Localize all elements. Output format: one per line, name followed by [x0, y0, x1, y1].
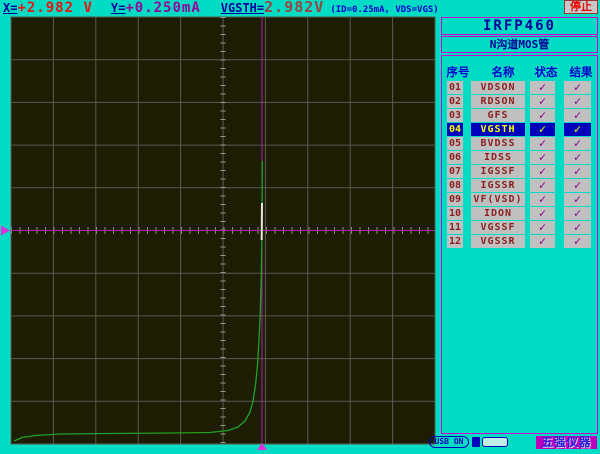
stop-button[interactable]: 停止 — [564, 0, 598, 14]
row-number: 01 — [447, 81, 463, 94]
vgsth-readout-value: 2.982V — [264, 0, 324, 15]
row-number: 05 — [447, 137, 463, 150]
row-number: 07 — [447, 165, 463, 178]
status-check-icon: ✓ — [530, 95, 555, 108]
result-check-icon: ✓ — [564, 137, 591, 150]
row-number: 12 — [447, 235, 463, 248]
table-row[interactable]: 12 VGSSR ✓ ✓ — [442, 235, 597, 248]
parameter-table: 序号 名称 状态 结果 01VDSON✓✓02RDSON✓✓03GFS✓✓04V… — [441, 55, 598, 434]
device-name: IRFP460 — [441, 17, 598, 35]
usb-buffer-icon — [472, 437, 480, 447]
table-row[interactable]: 11 VGSSF ✓ ✓ — [442, 221, 597, 234]
table-row[interactable]: 06 IDSS ✓ ✓ — [442, 151, 597, 164]
status-check-icon: ✓ — [530, 221, 555, 234]
header-name: 名称 — [476, 65, 530, 80]
status-check-icon: ✓ — [530, 123, 555, 136]
result-check-icon: ✓ — [564, 193, 591, 206]
status-check-icon: ✓ — [530, 179, 555, 192]
param-name: IDSS — [471, 151, 525, 164]
table-row[interactable]: 03 GFS ✓ ✓ — [442, 109, 597, 122]
status-check-icon: ✓ — [530, 165, 555, 178]
result-check-icon: ✓ — [564, 151, 591, 164]
header-status: 状态 — [533, 65, 559, 80]
y-readout-label: Y= — [111, 1, 125, 15]
param-name: VF(VSD) — [471, 193, 525, 206]
param-name: VGSSF — [471, 221, 525, 234]
param-table-body: 01VDSON✓✓02RDSON✓✓03GFS✓✓04VGSTH✓✓05BVDS… — [442, 81, 597, 248]
param-name: VGSTH — [471, 123, 525, 136]
result-check-icon: ✓ — [564, 95, 591, 108]
device-type: N沟道MOS管 — [441, 36, 598, 53]
row-number: 11 — [447, 221, 463, 234]
brand-logo: 五强仪器 — [536, 436, 597, 449]
result-check-icon: ✓ — [564, 207, 591, 220]
readout-bar: X= +2.982 V Y= +0.250mA VGSTH= 2.982V (I… — [0, 0, 600, 16]
row-number: 09 — [447, 193, 463, 206]
header-index: 序号 — [446, 65, 470, 80]
vgsth-readout-label: VGSTH= — [221, 1, 264, 15]
param-name: BVDSS — [471, 137, 525, 150]
row-number: 06 — [447, 151, 463, 164]
param-name: VGSSR — [471, 235, 525, 248]
header-result: 结果 — [567, 65, 595, 80]
result-check-icon: ✓ — [564, 179, 591, 192]
status-check-icon: ✓ — [530, 207, 555, 220]
status-bar: USB ON 五强仪器 — [0, 436, 600, 450]
status-check-icon: ✓ — [530, 235, 555, 248]
result-check-icon: ✓ — [564, 81, 591, 94]
result-check-icon: ✓ — [564, 221, 591, 234]
parameter-panel: IRFP460 N沟道MOS管 序号 名称 状态 结果 01VDSON✓✓02R… — [441, 16, 598, 436]
table-row[interactable]: 05 BVDSS ✓ ✓ — [442, 137, 597, 150]
table-row[interactable]: 04 VGSTH ✓ ✓ — [442, 123, 597, 136]
param-name: GFS — [471, 109, 525, 122]
y-readout-value: +0.250mA — [125, 1, 200, 16]
status-check-icon: ✓ — [530, 109, 555, 122]
row-number: 03 — [447, 109, 463, 122]
table-row[interactable]: 07 IGSSF ✓ ✓ — [442, 165, 597, 178]
table-row[interactable]: 09 VF(VSD) ✓ ✓ — [442, 193, 597, 206]
x-readout-label: X= — [3, 1, 17, 15]
transfer-curve-plot — [0, 16, 443, 450]
row-number: 10 — [447, 207, 463, 220]
param-name: IDON — [471, 207, 525, 220]
row-number: 02 — [447, 95, 463, 108]
status-check-icon: ✓ — [530, 81, 555, 94]
table-row[interactable]: 01 VDSON ✓ ✓ — [442, 81, 597, 94]
result-check-icon: ✓ — [564, 165, 591, 178]
table-row[interactable]: 10 IDON ✓ ✓ — [442, 207, 597, 220]
table-header-row: 序号 名称 状态 结果 — [442, 65, 597, 80]
status-check-icon: ✓ — [530, 137, 555, 150]
result-check-icon: ✓ — [564, 109, 591, 122]
row-number: 08 — [447, 179, 463, 192]
param-name: IGSSF — [471, 165, 525, 178]
result-check-icon: ✓ — [564, 123, 591, 136]
table-row[interactable]: 02 RDSON ✓ ✓ — [442, 95, 597, 108]
status-check-icon: ✓ — [530, 151, 555, 164]
usb-status-badge: USB ON — [429, 436, 469, 448]
param-name: IGSSR — [471, 179, 525, 192]
test-condition-text: (ID=0.25mA, VDS=VGS) — [330, 5, 438, 15]
status-check-icon: ✓ — [530, 193, 555, 206]
row-number: 04 — [447, 123, 463, 136]
result-check-icon: ✓ — [564, 235, 591, 248]
graph-canvas — [0, 16, 443, 450]
param-name: VDSON — [471, 81, 525, 94]
param-name: RDSON — [471, 95, 525, 108]
table-row[interactable]: 08 IGSSR ✓ ✓ — [442, 179, 597, 192]
curve-tracer-screen: X= +2.982 V Y= +0.250mA VGSTH= 2.982V (I… — [0, 0, 600, 450]
x-readout-value: +2.982 V — [17, 1, 92, 16]
usb-progress-indicator — [482, 437, 508, 447]
